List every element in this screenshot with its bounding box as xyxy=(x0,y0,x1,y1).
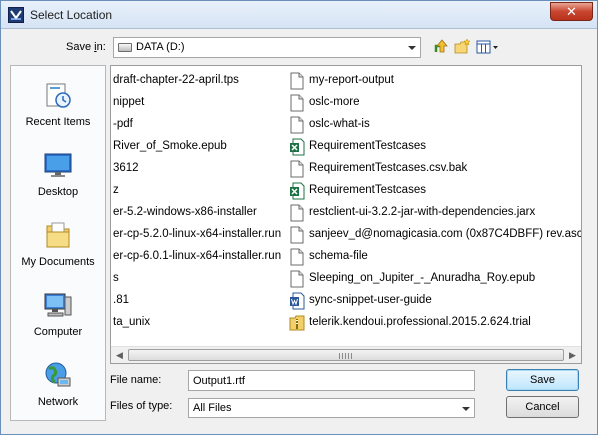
file-name-input[interactable] xyxy=(188,370,475,391)
file-name: s xyxy=(113,272,119,284)
computer-icon xyxy=(44,293,72,317)
save-in-label: Save in: xyxy=(66,41,106,53)
close-button[interactable]: ✕ xyxy=(550,2,593,21)
file-list[interactable]: draft-chapter-22-april.tps nippet -pdf R… xyxy=(110,65,582,364)
scroll-left-icon[interactable]: ◀ xyxy=(111,347,128,363)
file-name: telerik.kendoui.professional.2015.2.624.… xyxy=(309,316,531,328)
file-name: z xyxy=(113,184,119,196)
file-name: er-5.2-windows-x86-installer xyxy=(113,206,257,218)
app-icon xyxy=(8,7,24,23)
file-type-combobox[interactable]: All Files xyxy=(188,398,475,418)
place-label: Network xyxy=(37,396,79,408)
file-name: -pdf xyxy=(113,118,133,130)
file-icon xyxy=(290,94,304,112)
places-bar: Recent Items Desktop My Documents Comput… xyxy=(10,65,106,421)
place-desktop[interactable]: Desktop xyxy=(11,146,105,214)
close-icon: ✕ xyxy=(566,4,577,19)
file-name: my-report-output xyxy=(309,74,395,86)
excel-icon xyxy=(290,138,305,156)
chevron-down-icon[interactable] xyxy=(408,46,416,50)
place-label: Recent Items xyxy=(25,116,91,128)
file-icon xyxy=(290,160,304,178)
place-label: Computer xyxy=(33,326,83,338)
file-name: .81 xyxy=(113,294,129,306)
save-in-value: DATA (D:) xyxy=(136,41,185,53)
file-name: River_of_Smoke.epub xyxy=(113,140,227,152)
file-type-label: Files of type: xyxy=(110,400,173,412)
file-icon xyxy=(290,226,304,244)
file-name: RequirementTestcases.csv.bak xyxy=(309,162,468,174)
file-name: nippet xyxy=(113,96,145,108)
file-icon xyxy=(290,204,304,222)
file-name: RequirementTestcases xyxy=(309,140,426,152)
place-label: My Documents xyxy=(21,256,95,268)
file-name: 3612 xyxy=(113,162,139,174)
file-name: Sleeping_on_Jupiter_-_Anuradha_Roy.epub xyxy=(309,272,536,284)
place-label: Desktop xyxy=(37,186,79,198)
save-button[interactable]: Save xyxy=(506,369,579,391)
file-name: schema-file xyxy=(309,250,368,262)
word-icon xyxy=(290,292,305,310)
file-name-label: File name: xyxy=(110,374,162,386)
chevron-down-icon[interactable] xyxy=(462,407,470,411)
network-icon xyxy=(45,362,71,387)
place-recent-items[interactable]: Recent Items xyxy=(11,76,105,144)
place-network[interactable]: Network xyxy=(11,356,105,424)
file-name: oslc-more xyxy=(309,96,360,108)
file-name: er-cp-5.2.0-linux-x64-installer.run xyxy=(113,228,282,240)
file-icon xyxy=(290,72,304,90)
file-name: ta_unix xyxy=(113,316,151,328)
file-icon xyxy=(290,270,304,288)
scrollbar-thumb[interactable] xyxy=(128,349,564,361)
file-name: draft-chapter-22-april.tps xyxy=(113,74,239,86)
horizontal-scrollbar[interactable]: ◀ ▶ xyxy=(111,346,581,363)
file-name: sync-snippet-user-guide xyxy=(309,294,432,306)
my-documents-icon xyxy=(46,222,70,248)
new-folder-icon[interactable] xyxy=(454,38,472,56)
file-name: er-cp-6.0.1-linux-x64-installer.run xyxy=(113,250,282,262)
view-menu-icon[interactable] xyxy=(476,38,500,56)
file-name: RequirementTestcases xyxy=(309,184,426,196)
cancel-button[interactable]: Cancel xyxy=(506,396,579,418)
title-bar[interactable]: Select Location ✕ xyxy=(1,1,597,29)
archive-icon xyxy=(289,315,305,331)
place-computer[interactable]: Computer xyxy=(11,286,105,354)
file-name: restclient-ui-3.2.2-jar-with-dependencie… xyxy=(309,206,536,218)
window-title: Select Location xyxy=(30,8,113,22)
desktop-icon xyxy=(44,153,72,177)
file-name: sanjeev_d@nomagicasia.com (0x87C4DBFF) r… xyxy=(309,228,582,240)
file-type-value: All Files xyxy=(193,402,232,414)
file-icon xyxy=(290,116,304,134)
place-my-documents[interactable]: My Documents xyxy=(11,216,105,284)
recent-items-icon xyxy=(46,83,71,108)
save-in-combobox[interactable]: DATA (D:) xyxy=(113,37,421,58)
select-location-dialog: Select Location ✕ Save in: DATA (D:) Rec… xyxy=(0,0,598,435)
scroll-right-icon[interactable]: ▶ xyxy=(564,347,581,363)
excel-icon xyxy=(290,182,305,200)
grip-icon xyxy=(339,353,353,359)
file-name: oslc-what-is xyxy=(309,118,370,130)
hard-drive-icon xyxy=(118,43,132,52)
file-icon xyxy=(290,248,304,266)
up-one-level-icon[interactable] xyxy=(433,38,451,56)
